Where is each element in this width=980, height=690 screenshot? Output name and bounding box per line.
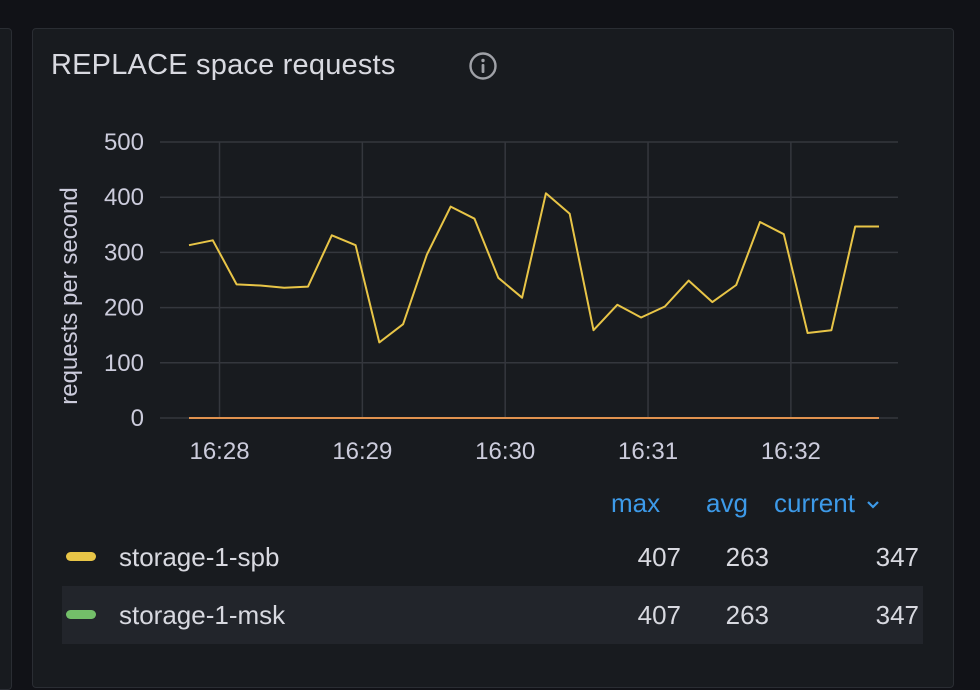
chevron-down-icon xyxy=(867,501,879,509)
x-tick-label: 16:32 xyxy=(761,438,821,465)
legend-value-current: 347 xyxy=(875,600,919,630)
legend-value-current: 347 xyxy=(875,542,919,572)
x-tick-label: 16:31 xyxy=(618,438,678,465)
legend-header-current[interactable]: current xyxy=(774,488,882,519)
x-tick-label: 16:29 xyxy=(332,438,392,465)
legend-series-name[interactable]: storage-1-msk xyxy=(119,600,285,631)
x-tick-label: 16:28 xyxy=(189,438,249,465)
legend-row[interactable]: storage-1-msk 407 263 347 xyxy=(62,586,923,644)
y-tick-label: 400 xyxy=(104,184,144,211)
legend-value-avg: 263 xyxy=(725,542,769,572)
legend-header-max[interactable]: max xyxy=(611,488,660,519)
x-tick-label: 16:30 xyxy=(475,438,535,465)
legend-row[interactable]: storage-1-spb 407 263 347 xyxy=(62,528,923,586)
legend-value-max: 407 xyxy=(637,542,681,572)
legend-header-current-label: current xyxy=(774,488,855,518)
legend-value-avg: 263 xyxy=(725,600,769,630)
series-line-storage-1-spb xyxy=(188,192,879,344)
legend-header-avg[interactable]: avg xyxy=(706,488,748,519)
y-tick-label: 0 xyxy=(131,405,144,432)
series-color-swatch xyxy=(66,552,96,561)
y-tick-label: 100 xyxy=(104,350,144,377)
y-tick-label: 300 xyxy=(104,239,144,266)
y-tick-label: 500 xyxy=(104,129,144,156)
legend-series-name[interactable]: storage-1-spb xyxy=(119,542,279,573)
series-color-swatch xyxy=(66,610,96,619)
legend-value-max: 407 xyxy=(637,600,681,630)
y-axis-title: requests per second xyxy=(56,187,83,404)
y-tick-label: 200 xyxy=(104,295,144,322)
